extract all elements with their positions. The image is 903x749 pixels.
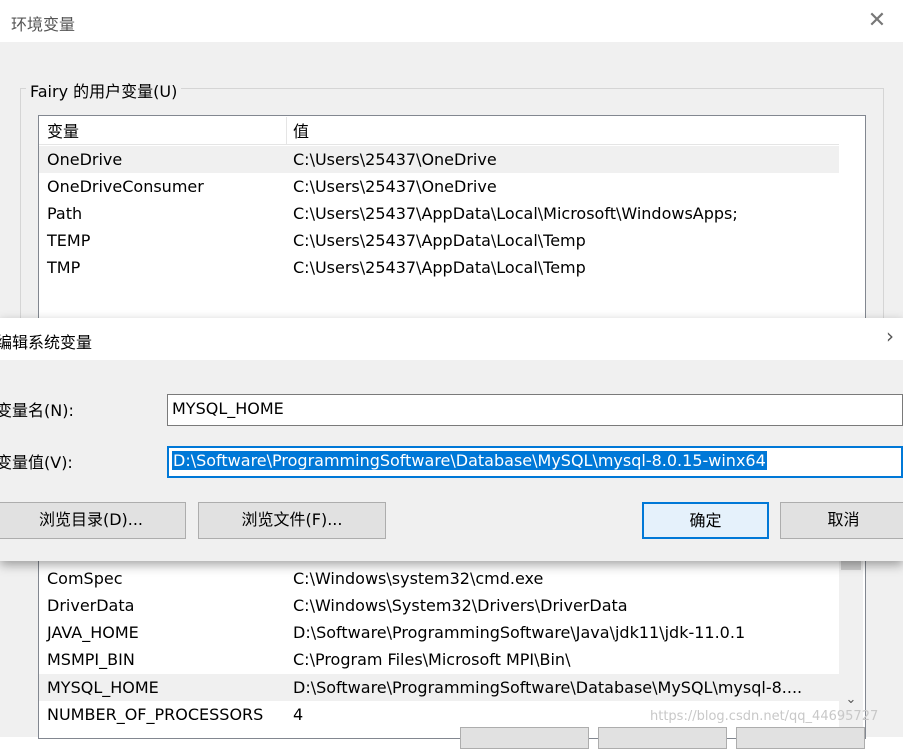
scrollbar-thumb[interactable] <box>841 560 861 570</box>
variable-value-selected-text[interactable]: D:\Software\ProgrammingSoftware\Database… <box>172 451 767 470</box>
variable-name-label: 变量名(N): <box>0 401 74 420</box>
inner-title-bar <box>0 318 903 360</box>
variable-value-label: 变量值(V): <box>0 453 73 472</box>
browse-file-button[interactable]: 浏览文件(F)... <box>198 502 386 539</box>
system-new-button[interactable] <box>460 727 589 749</box>
outer-dialog-title: 环境变量 <box>11 15 76 34</box>
row-variable-name[interactable]: MSMPI_BIN <box>47 650 135 670</box>
row-variable-name: MYSQL_HOME <box>47 678 159 697</box>
chevron-right-icon[interactable]: › <box>886 324 894 348</box>
row-variable-value: C:\Users\25437\AppData\Local\Temp <box>293 231 586 250</box>
row-variable-name: OneDrive <box>47 150 123 169</box>
inner-dialog-title: 编辑系统变量 <box>0 333 93 352</box>
row-variable-name: TEMP <box>47 231 91 250</box>
row-variable-value: C:\Program Files\Microsoft MPI\Bin\ <box>293 650 571 669</box>
row-variable-value: 4 <box>293 705 304 724</box>
row-variable-value: C:\Users\25437\OneDrive <box>293 150 497 169</box>
ok-button[interactable]: 确定 <box>642 502 769 539</box>
column-separator <box>286 117 287 144</box>
row-variable-value: C:\Windows\System32\Drivers\DriverData <box>293 596 628 615</box>
row-variable-name[interactable]: ComSpec <box>47 569 123 589</box>
row-variable-name: Path <box>47 204 83 223</box>
row-variable-value: D:\Software\ProgrammingSoftware\Database… <box>293 678 803 697</box>
outer-title-bar <box>0 0 903 42</box>
watermark: https://blog.csdn.net/qq_44695727 <box>650 709 879 724</box>
row-variable-value: C:\Windows\system32\cmd.exe <box>293 569 544 588</box>
row-variable-value: C:\Users\25437\OneDrive <box>293 177 497 196</box>
row-variable-value: D:\Software\ProgrammingSoftware\Java\jdk… <box>293 623 746 642</box>
row-variable-value: C:\Users\25437\AppData\Local\Temp <box>293 258 586 277</box>
close-icon[interactable]: ✕ <box>864 8 890 34</box>
row-variable-name: TMP <box>47 258 81 277</box>
variable-name-value[interactable]: MYSQL_HOME <box>172 399 284 418</box>
cancel-button[interactable]: 取消 <box>780 502 903 539</box>
row-variable-name[interactable]: JAVA_HOME <box>47 623 139 643</box>
system-edit-button[interactable] <box>598 727 727 749</box>
user-variables-group-label: Fairy 的用户变量(U) <box>26 78 182 102</box>
row-variable-name[interactable]: NUMBER_OF_PROCESSORS <box>47 705 263 725</box>
row-variable-value: C:\Users\25437\AppData\Local\Microsoft\W… <box>293 204 738 223</box>
user-variables-header <box>39 117 839 145</box>
system-delete-button[interactable] <box>736 727 865 749</box>
column-header-value[interactable]: 值 <box>293 122 309 142</box>
browse-directory-button[interactable]: 浏览目录(D)... <box>0 502 186 539</box>
row-variable-name[interactable]: DriverData <box>47 596 134 616</box>
row-variable-name: OneDriveConsumer <box>47 177 204 196</box>
column-header-variable[interactable]: 变量 <box>47 122 79 142</box>
